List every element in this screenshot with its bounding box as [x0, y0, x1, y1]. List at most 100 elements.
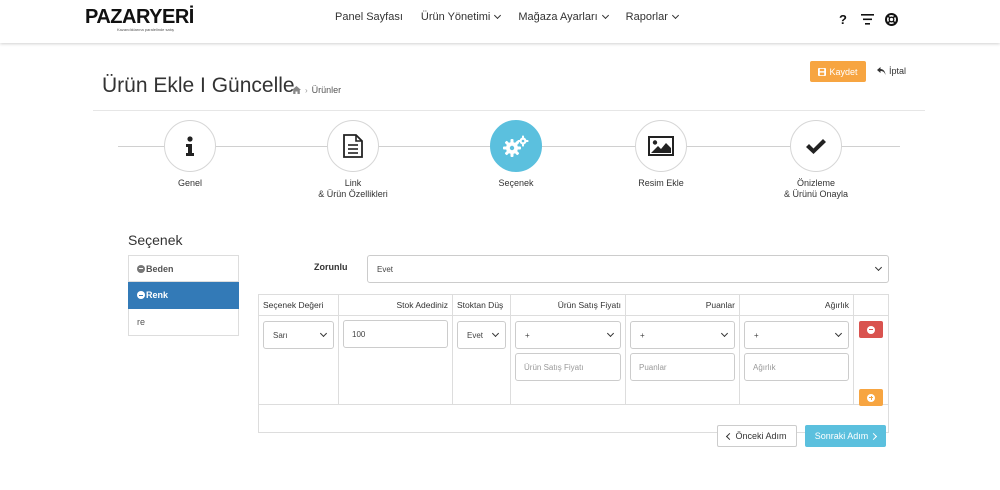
points-sign-select[interactable]: + — [630, 321, 735, 349]
step-label: Link & Ürün Özellikleri — [293, 178, 413, 200]
save-button[interactable]: Kaydet — [810, 61, 866, 82]
cancel-button[interactable]: İptal — [877, 66, 906, 76]
breadcrumb-item[interactable]: Ürünler — [312, 85, 342, 95]
required-label: Zorunlu — [314, 262, 348, 272]
breadcrumb: › Ürünler — [292, 85, 341, 95]
option-item-renk[interactable]: Renk — [128, 282, 239, 309]
chevron-down-icon — [601, 11, 609, 20]
subtract-select[interactable]: Evet — [457, 321, 506, 349]
section-title: Seçenek — [128, 232, 183, 248]
gears-icon — [503, 135, 529, 157]
minus-circle-icon[interactable] — [137, 264, 145, 273]
help-icon[interactable]: ? — [836, 12, 850, 27]
subtract-cell: Evet — [453, 316, 511, 405]
stock-input[interactable]: 100 — [343, 320, 448, 348]
price-input[interactable]: Ürün Satış Fiyatı — [515, 353, 621, 381]
plus-circle-icon — [867, 393, 875, 402]
step-circle — [790, 120, 842, 172]
cancel-label: İptal — [889, 66, 907, 76]
column-header: Ağırlık — [740, 295, 854, 316]
nav-panel-sayfasi[interactable]: Panel Sayfası — [335, 11, 403, 23]
save-label: Kaydet — [829, 66, 858, 77]
next-step-button[interactable]: Sonraki Adım — [805, 425, 886, 447]
step-label-line: & Ürünü Onayla — [783, 189, 849, 199]
weight-input[interactable]: Ağırlık — [744, 353, 849, 381]
option-label: Beden — [146, 263, 174, 274]
step-label-line: Seçenek — [498, 178, 534, 188]
weight-sign-select[interactable]: + — [744, 321, 849, 349]
option-item-beden[interactable]: Beden — [128, 255, 239, 282]
next-step-label: Sonraki Adım — [814, 431, 869, 441]
image-icon — [648, 136, 674, 156]
subtract-value: Evet — [467, 330, 484, 340]
points-input[interactable]: Puanlar — [630, 353, 735, 381]
table-header: Seçenek Değeri Stok Adediniz Stoktan Düş… — [259, 295, 888, 316]
step-label: Resim Ekle — [601, 178, 721, 189]
step-resim-ekle[interactable]: Resim Ekle — [601, 120, 721, 189]
column-header: Stok Adediniz — [339, 295, 453, 316]
step-label-line: Resim Ekle — [638, 178, 684, 188]
nav-urun-yonetimi[interactable]: Ürün Yönetimi — [420, 11, 502, 23]
step-label-line: & Ürün Özellikleri — [318, 189, 388, 199]
step-secenek[interactable]: Seçenek — [456, 120, 576, 189]
info-icon — [186, 136, 194, 156]
check-icon — [806, 138, 826, 154]
column-header: Puanlar — [626, 295, 740, 316]
nav-label: Raporlar — [625, 11, 668, 23]
nav-label: Panel Sayfası — [335, 11, 403, 23]
nav-label: Mağaza Ayarları — [518, 11, 598, 23]
option-value-select[interactable]: Sarı — [263, 321, 334, 349]
chevron-down-icon — [671, 11, 679, 20]
minus-circle-icon[interactable] — [137, 291, 145, 299]
top-icons: ? — [836, 12, 898, 27]
points-sign: + — [640, 330, 645, 340]
option-values-table: Seçenek Değeri Stok Adediniz Stoktan Düş… — [258, 294, 889, 433]
nav-raporlar[interactable]: Raporlar — [625, 11, 679, 23]
previous-step-button[interactable]: Önceki Adım — [717, 425, 797, 447]
support-icon[interactable] — [884, 12, 898, 26]
column-header: Seçenek Değeri — [259, 295, 339, 316]
add-row-button[interactable] — [859, 389, 883, 406]
chevron-right-icon — [870, 432, 878, 440]
required-value: Evet — [377, 264, 394, 274]
step-link[interactable]: Link & Ürün Özellikleri — [293, 120, 413, 200]
step-onizleme[interactable]: Önizleme & Ürünü Onayla — [756, 120, 876, 200]
chevron-down-icon — [720, 329, 729, 338]
nav-label: Ürün Yönetimi — [420, 11, 491, 23]
price-sign: + — [525, 330, 530, 340]
price-cell: + Ürün Satış Fiyatı — [511, 316, 626, 405]
brand-logo[interactable]: PAZARYERİ Kazandıklarına paralelinde sat… — [85, 7, 194, 32]
minus-circle-icon — [867, 325, 875, 334]
step-genel[interactable]: Genel — [130, 120, 250, 189]
step-label-line: Genel — [177, 178, 203, 188]
document-icon — [343, 134, 363, 158]
home-icon[interactable] — [292, 86, 301, 94]
brand-name: PAZARYERİ — [85, 6, 194, 28]
step-circle — [327, 120, 379, 172]
step-circle — [635, 120, 687, 172]
option-label: re — [137, 317, 146, 327]
option-item-re[interactable]: re — [128, 309, 239, 336]
chevron-down-icon — [319, 329, 328, 338]
filter-icon[interactable] — [860, 12, 874, 26]
price-sign-select[interactable]: + — [515, 321, 621, 349]
chevron-down-icon — [834, 329, 843, 338]
top-navbar: PAZARYERİ Kazandıklarına paralelinde sat… — [0, 0, 1000, 43]
option-value: Sarı — [273, 330, 288, 340]
remove-row-button[interactable] — [859, 321, 883, 338]
nav-magaza-ayarlari[interactable]: Mağaza Ayarları — [518, 11, 609, 23]
required-select[interactable]: Evet — [367, 255, 889, 283]
weight-sign: + — [754, 330, 759, 340]
chevron-down-icon — [491, 329, 500, 338]
chevron-down-icon — [874, 263, 883, 272]
option-value-cell: Sarı — [259, 316, 339, 405]
option-label: Renk — [146, 290, 169, 300]
step-circle — [490, 120, 542, 172]
column-header: Stoktan Düş — [453, 295, 511, 316]
step-label: Genel — [130, 178, 250, 189]
step-label: Önizleme & Ürünü Onayla — [756, 178, 876, 200]
step-circle — [164, 120, 216, 172]
stock-cell: 100 — [339, 316, 453, 405]
column-header: Ürün Satış Fiyatı — [511, 295, 626, 316]
step-label-line: Önizleme — [796, 178, 835, 188]
